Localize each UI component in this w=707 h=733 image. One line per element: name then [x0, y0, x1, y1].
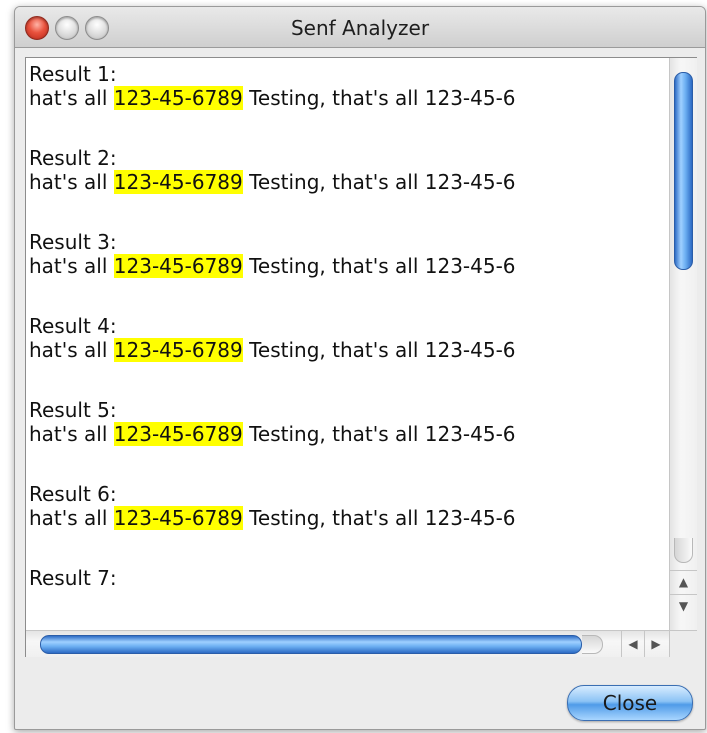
result-line: hat's all 123-45-6789 Testing, that's al…	[29, 338, 669, 362]
result-heading: Result 5:	[29, 398, 117, 422]
result-heading: Result 1:	[29, 62, 117, 86]
horizontal-scrollbar[interactable]: ◀ ▶	[26, 630, 669, 657]
result-line: hat's all 123-45-6789 Testing, that's al…	[29, 170, 669, 194]
result-prefix: hat's all	[29, 506, 114, 530]
result-match-highlight: 123-45-6789	[113, 86, 243, 110]
result-heading: Result 6:	[29, 482, 117, 506]
result-suffix: Testing, that's all 123-45-6	[242, 422, 516, 446]
result-prefix: hat's all	[29, 86, 114, 110]
arrow-left-icon[interactable]: ◀	[621, 631, 644, 657]
vertical-scroll-thumb[interactable]	[674, 72, 693, 270]
results-scroll-view[interactable]: Result 1: hat's all 123-45-6789 Testing,…	[25, 57, 697, 657]
analyzer-window: Senf Analyzer Result 1: hat's all 123-45…	[14, 6, 706, 730]
result-prefix: hat's all	[29, 422, 114, 446]
result-match-highlight: 123-45-6789	[113, 170, 243, 194]
result-match-highlight: 123-45-6789	[113, 338, 243, 362]
result-line: hat's all 123-45-6789 Testing, that's al…	[29, 254, 669, 278]
results-list: Result 1: hat's all 123-45-6789 Testing,…	[26, 58, 669, 630]
result-heading: Result 4:	[29, 314, 117, 338]
vertical-scrollbar[interactable]: ▲ ▼	[669, 58, 697, 630]
result-suffix: Testing, that's all 123-45-6	[242, 506, 516, 530]
result-match-highlight: 123-45-6789	[113, 254, 243, 278]
arrow-up-icon[interactable]: ▲	[670, 570, 697, 593]
result-suffix: Testing, that's all 123-45-6	[242, 170, 516, 194]
result-prefix: hat's all	[29, 254, 114, 278]
result-prefix: hat's all	[29, 338, 114, 362]
close-button[interactable]: Close	[567, 685, 693, 721]
result-line: hat's all 123-45-6789 Testing, that's al…	[29, 422, 669, 446]
result-heading: Result 7:	[29, 566, 117, 590]
result-heading: Result 3:	[29, 230, 117, 254]
horizontal-scroll-track-end	[582, 635, 603, 654]
scroll-corner	[669, 630, 697, 657]
window-title: Senf Analyzer	[290, 16, 430, 40]
title-bar: Senf Analyzer	[15, 7, 705, 48]
result-match-highlight: 123-45-6789	[113, 422, 243, 446]
arrow-down-icon[interactable]: ▼	[670, 594, 697, 617]
result-line: hat's all 123-45-6789 Testing, that's al…	[29, 506, 669, 530]
result-match-highlight: 123-45-6789	[113, 506, 243, 530]
result-prefix: hat's all	[29, 170, 114, 194]
arrow-right-icon[interactable]: ▶	[644, 631, 667, 657]
vertical-scroll-track-end	[674, 538, 693, 563]
result-suffix: Testing, that's all 123-45-6	[242, 338, 516, 362]
result-heading: Result 2:	[29, 146, 117, 170]
result-suffix: Testing, that's all 123-45-6	[242, 254, 516, 278]
result-suffix: Testing, that's all 123-45-6	[242, 86, 516, 110]
result-line: hat's all 123-45-6789 Testing, that's al…	[29, 86, 669, 110]
horizontal-scroll-thumb[interactable]	[40, 635, 582, 654]
